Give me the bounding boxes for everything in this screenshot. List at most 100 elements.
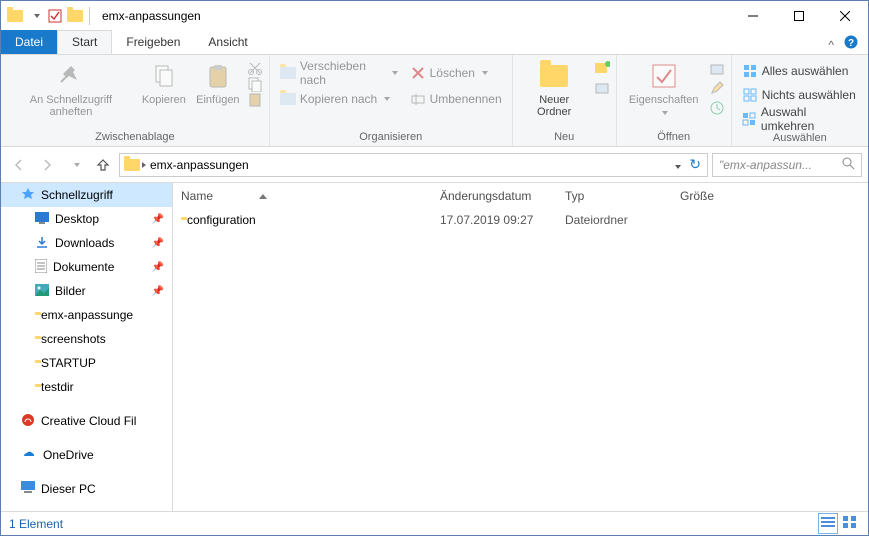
sidebar-item-downloads[interactable]: Downloads📌 [1,231,172,255]
select-all-button[interactable]: Alles auswählen [738,60,862,82]
sidebar-item-onedrive[interactable]: OneDrive [1,443,172,467]
file-date: 17.07.2019 09:27 [440,213,565,227]
quick-access-toolbar [7,8,83,24]
delete-icon [410,65,426,81]
back-button[interactable] [7,153,31,177]
desktop-icon [35,212,49,227]
folder-icon [124,157,140,173]
column-date[interactable]: Änderungsdatum [440,189,565,203]
sidebar-item-startup[interactable]: STARTUP [1,351,172,375]
properties-icon[interactable] [47,8,63,24]
copy-button[interactable]: Kopieren [139,58,189,108]
tab-start[interactable]: Start [57,30,112,54]
edit-icon[interactable] [709,80,725,96]
forward-button[interactable] [35,153,59,177]
creative-cloud-icon [21,413,35,430]
column-type[interactable]: Typ [565,189,680,203]
copy-icon [148,60,180,92]
paste-button[interactable]: Einfügen [193,58,243,108]
invert-selection-button[interactable]: Auswahl umkehren [738,108,862,130]
title-bar: emx-anpassungen [1,1,868,31]
open-icon[interactable] [709,60,725,76]
maximize-button[interactable] [776,1,822,31]
details-view-button[interactable] [818,513,838,534]
sidebar-item-this-pc[interactable]: Dieser PC [1,477,172,501]
tab-view[interactable]: Ansicht [194,30,261,54]
group-label-new: Neu [519,129,610,146]
sidebar-item-screenshots[interactable]: screenshots [1,327,172,351]
pin-icon: 📌 [152,262,164,273]
sidebar-item-emx[interactable]: emx-anpassunge [1,303,172,327]
up-button[interactable] [91,153,115,177]
folder-icon [7,8,23,24]
properties-button[interactable]: Eigenschaften [623,58,705,120]
documents-icon [35,259,47,276]
ribbon-tabs: Datei Start Freigeben Ansicht ^ ? [1,31,868,55]
pin-icon [55,60,87,92]
tab-file[interactable]: Datei [1,30,57,54]
pin-icon: 📌 [152,286,164,297]
properties-ribbon-icon [648,60,680,92]
sidebar-item-testdir[interactable]: testdir [1,375,172,399]
move-to-button[interactable]: Verschieben nach [276,62,402,84]
group-label-clipboard: Zwischenablage [7,129,263,146]
close-button[interactable] [822,1,868,31]
select-none-icon [742,87,758,103]
status-bar: 1 Element [1,511,868,535]
easy-access-icon[interactable] [594,80,610,96]
svg-text:?: ? [848,38,854,49]
search-placeholder: "emx-anpassun... [719,158,841,172]
invert-selection-icon [742,111,757,127]
minimize-button[interactable] [730,1,776,31]
paste-icon [202,60,234,92]
large-icons-view-button[interactable] [840,513,860,534]
new-folder-icon [538,60,570,92]
navigation-bar: emx-anpassungen ↻ "emx-anpassun... [1,147,868,183]
new-item-icon[interactable] [594,60,610,76]
copy-to-button[interactable]: Kopieren nach [276,88,402,110]
pin-to-quick-access-button[interactable]: An Schnellzugriff anheften [7,58,135,120]
address-bar[interactable]: emx-anpassungen ↻ [119,153,708,177]
select-none-button[interactable]: Nichts auswählen [738,84,862,106]
sort-ascending-icon [259,194,267,199]
copy-path-icon[interactable] [247,76,263,92]
copy-to-icon [280,91,296,107]
sidebar-item-desktop[interactable]: Desktop📌 [1,207,172,231]
sidebar-item-quick-access[interactable]: Schnellzugriff [1,183,172,207]
history-icon[interactable] [709,100,725,116]
delete-button[interactable]: Löschen [406,62,506,84]
sidebar-item-pictures[interactable]: Bilder📌 [1,279,172,303]
new-folder-button[interactable]: Neuer Ordner [519,58,590,120]
folder-icon [67,8,83,24]
column-size[interactable]: Größe [680,189,860,203]
refresh-icon[interactable]: ↻ [685,156,705,173]
sidebar-item-creative-cloud[interactable]: Creative Cloud Fil [1,409,172,433]
rename-icon [410,91,426,107]
column-name[interactable]: Name [181,189,440,203]
onedrive-icon [21,448,37,462]
group-label-organize: Organisieren [276,129,506,146]
recent-button[interactable] [63,153,87,177]
search-input[interactable]: "emx-anpassun... [712,153,862,177]
file-name: configuration [187,213,256,227]
downloads-icon [35,235,49,252]
tab-share[interactable]: Freigeben [112,30,194,54]
paste-shortcut-icon[interactable] [247,92,263,108]
cut-icon[interactable] [247,60,263,76]
group-label-select: Auswählen [738,130,862,147]
sidebar-item-documents[interactable]: Dokumente📌 [1,255,172,279]
pin-icon: 📌 [152,238,164,249]
rename-button[interactable]: Umbenennen [406,88,506,110]
group-label-open: Öffnen [623,129,725,146]
item-count: 1 Element [9,517,63,531]
file-row[interactable]: configuration 17.07.2019 09:27 Dateiordn… [173,209,868,231]
navigation-pane: Schnellzugriff Desktop📌 Downloads📌 Dokum… [1,183,173,511]
collapse-ribbon-icon[interactable]: ^ [828,38,834,52]
qat-dropdown-icon[interactable] [27,8,43,24]
address-dropdown-icon[interactable] [668,156,685,174]
file-type: Dateiordner [565,213,680,227]
move-to-icon [280,65,296,81]
pc-icon [21,481,35,497]
help-icon[interactable]: ? [844,35,858,54]
breadcrumb-current[interactable]: emx-anpassungen [146,158,253,172]
